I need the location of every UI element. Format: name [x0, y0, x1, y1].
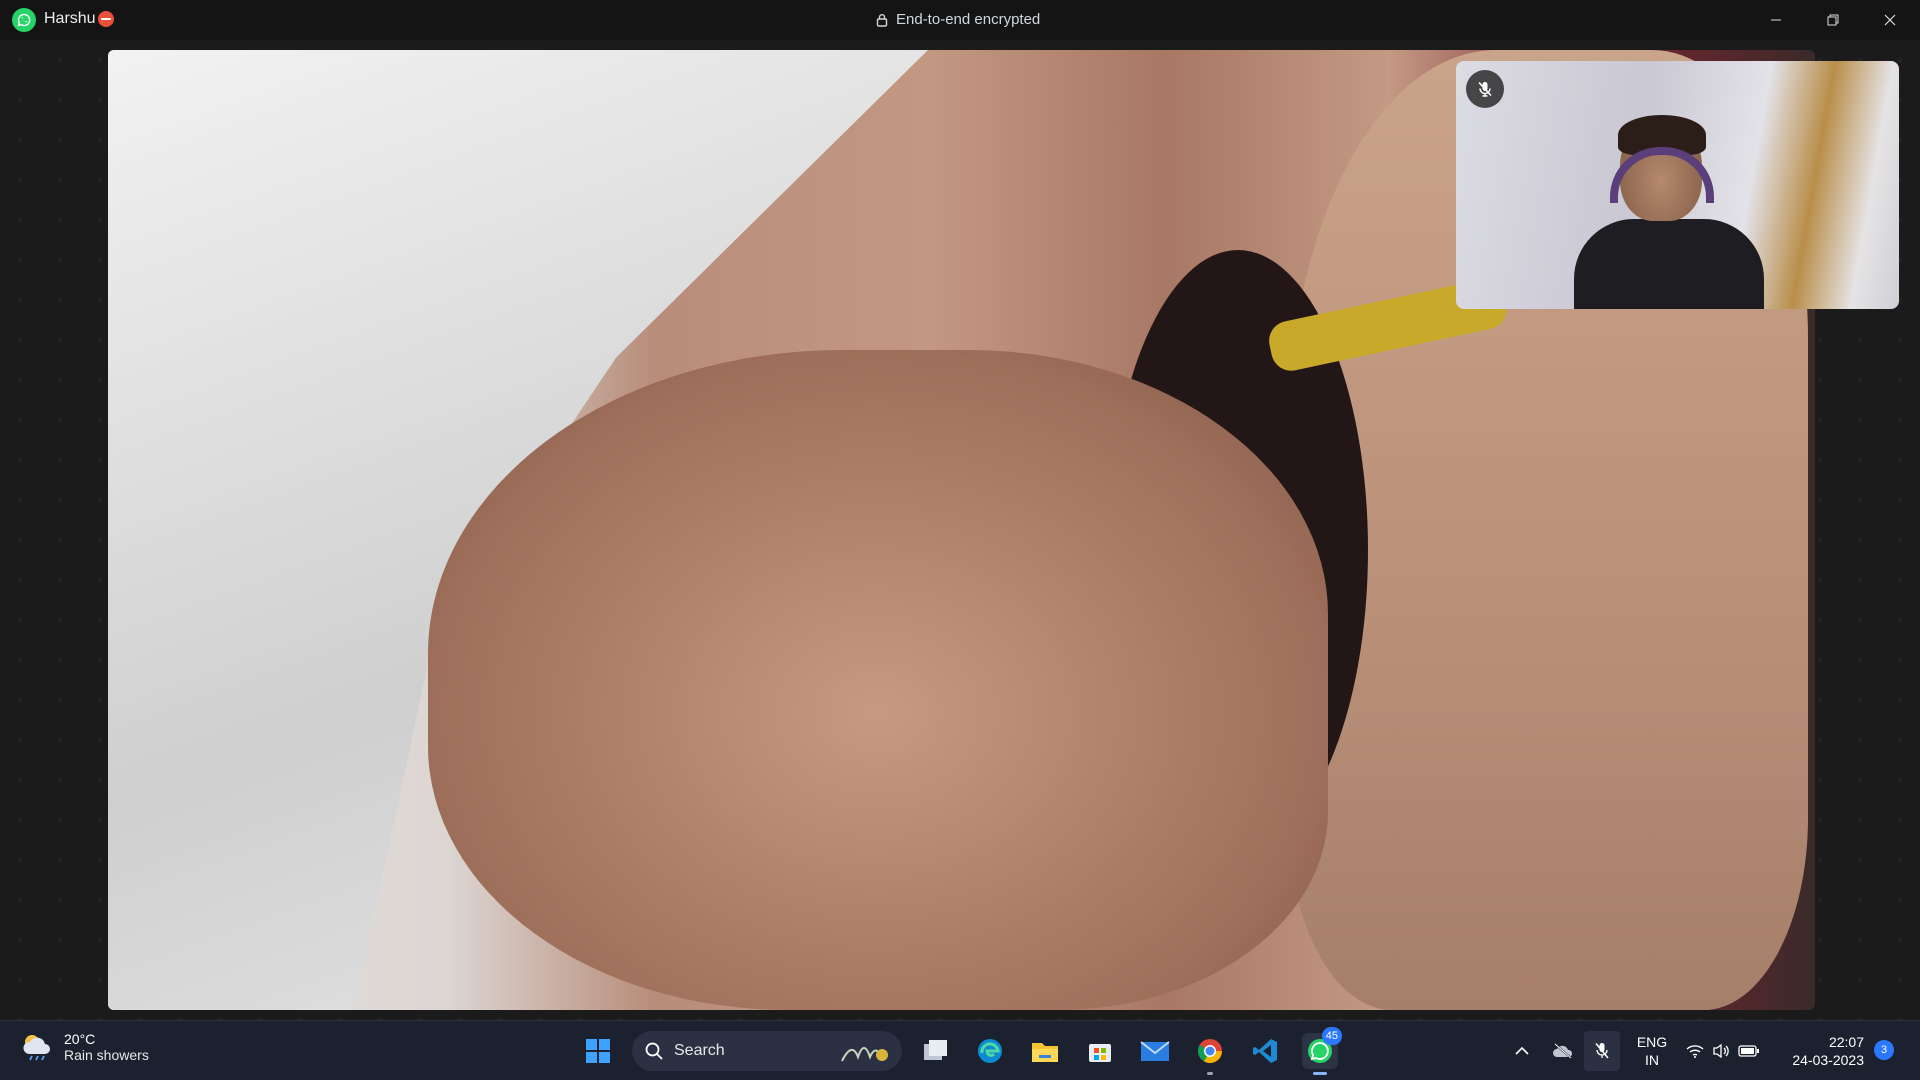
chevron-up-icon	[1515, 1046, 1529, 1055]
quick-settings-button[interactable]	[1684, 1031, 1762, 1071]
clock-date: 24-03-2023	[1792, 1052, 1864, 1068]
encryption-status: End-to-end encrypted	[876, 11, 1040, 28]
active-indicator	[1313, 1072, 1327, 1075]
onedrive-button[interactable]	[1550, 1031, 1576, 1071]
show-hidden-icons-button[interactable]	[1510, 1031, 1534, 1071]
contact-name: Harshu	[44, 10, 96, 27]
notification-badge[interactable]: 3	[1874, 1040, 1894, 1060]
minimize-button[interactable]	[1758, 6, 1794, 34]
self-mic-muted-button[interactable]	[1466, 70, 1504, 108]
chrome-running-indicator	[1207, 1072, 1213, 1075]
close-icon	[1884, 14, 1896, 26]
edge-icon	[978, 1039, 1002, 1063]
input-language[interactable]: ENG IN	[1634, 1033, 1670, 1069]
lock-icon	[876, 13, 888, 27]
file-explorer-button[interactable]	[1027, 1033, 1063, 1069]
clock[interactable]: 22:07 24-03-2023	[1784, 1033, 1864, 1069]
start-button[interactable]	[580, 1033, 616, 1069]
weather-temperature: 20°C	[64, 1031, 96, 1047]
weather-description: Rain showers	[64, 1047, 149, 1063]
mic-muted-tray-button[interactable]	[1584, 1031, 1620, 1071]
no-entry-emoji-icon	[98, 11, 114, 27]
taskbar-search[interactable]: Search	[632, 1031, 902, 1071]
search-icon	[645, 1042, 663, 1060]
unread-badge: 45	[1321, 1027, 1342, 1045]
self-video-shirt	[1574, 219, 1764, 309]
self-video-person	[1574, 115, 1764, 309]
windows-icon	[586, 1039, 610, 1063]
mic-off-icon	[1478, 81, 1492, 97]
store-button[interactable]	[1082, 1033, 1118, 1069]
minimize-icon	[1771, 19, 1781, 21]
clock-time: 22:07	[1828, 1034, 1864, 1050]
restore-button[interactable]	[1815, 6, 1851, 34]
search-label: Search	[674, 1042, 725, 1059]
search-highlight-icon	[841, 1047, 888, 1062]
chrome-icon	[1197, 1039, 1222, 1064]
whatsapp-icon	[12, 8, 36, 32]
mic-off-icon	[1595, 1043, 1609, 1059]
volume-icon	[1713, 1043, 1729, 1059]
wifi-icon	[1686, 1045, 1704, 1058]
battery-icon	[1738, 1045, 1759, 1057]
task-view-icon	[924, 1040, 947, 1060]
folder-icon	[1032, 1043, 1058, 1062]
taskbar: 20°C Rain showers Search 45 ENG IN 22:07…	[0, 1020, 1920, 1080]
cloud-off-icon	[1553, 1043, 1573, 1059]
vscode-button[interactable]	[1247, 1033, 1283, 1069]
title-bar: Harshu End-to-end encrypted	[0, 0, 1920, 40]
mail-icon	[1140, 1041, 1170, 1061]
whatsapp-taskbar-button[interactable]: 45	[1302, 1027, 1342, 1075]
chrome-button[interactable]	[1192, 1033, 1228, 1075]
language-code: ENG	[1636, 1034, 1668, 1050]
rain-cloud-icon	[23, 1035, 50, 1061]
close-button[interactable]	[1872, 6, 1908, 34]
task-view-button[interactable]	[918, 1033, 954, 1069]
edge-button[interactable]	[972, 1033, 1008, 1069]
store-icon	[1089, 1044, 1111, 1062]
mail-button[interactable]	[1137, 1033, 1173, 1069]
remote-video-face	[428, 350, 1328, 1010]
encryption-text: End-to-end encrypted	[896, 11, 1041, 28]
region-code: IN	[1645, 1052, 1659, 1068]
restore-icon	[1827, 14, 1839, 26]
vscode-icon	[1253, 1039, 1277, 1063]
self-video-preview[interactable]	[1456, 61, 1899, 309]
weather-widget[interactable]: 20°C Rain showers	[20, 1031, 149, 1063]
